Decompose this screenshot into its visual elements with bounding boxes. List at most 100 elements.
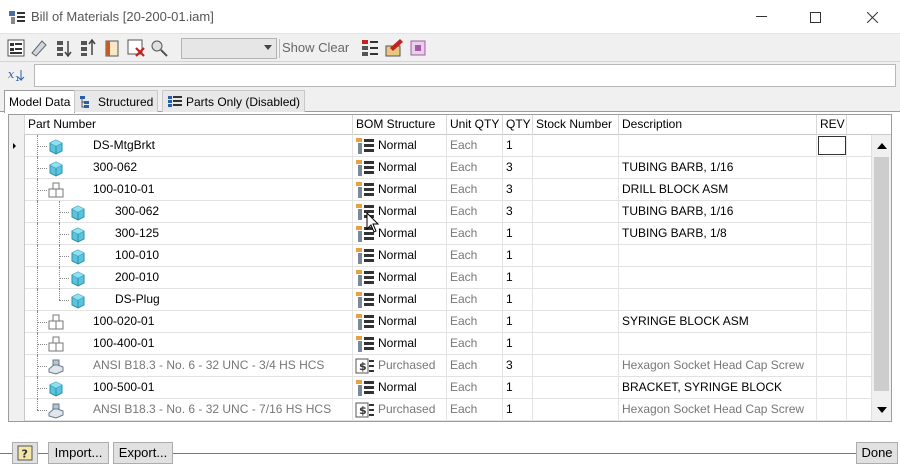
cell-stock-number[interactable] [533, 355, 619, 377]
col-rev[interactable]: REV [817, 115, 847, 135]
cell-part-number[interactable]: 300-062 [25, 157, 353, 179]
cell-qty[interactable]: 1 [503, 399, 533, 421]
cell-description[interactable] [619, 267, 817, 289]
cell-description[interactable]: DRILL BLOCK ASM [619, 179, 817, 201]
cell-qty[interactable]: 3 [503, 179, 533, 201]
cell-stock-number[interactable] [533, 135, 619, 157]
show-clear-button[interactable]: Show Clear [282, 40, 349, 55]
cell-part-number[interactable]: 300-125 [25, 223, 353, 245]
table-row[interactable]: 100-400-01 Normal Each 1 [9, 333, 871, 355]
row-selector[interactable] [9, 377, 25, 399]
cell-rev[interactable] [817, 311, 847, 333]
row-selector[interactable] [9, 333, 25, 355]
cell-stock-number[interactable] [533, 201, 619, 223]
cell-unit-qty[interactable]: Each [447, 267, 503, 289]
cell-rev[interactable] [817, 267, 847, 289]
cell-unit-qty[interactable]: Each [447, 289, 503, 311]
row-selector[interactable] [9, 179, 25, 201]
cell-qty[interactable]: 3 [503, 355, 533, 377]
cell-rev[interactable] [817, 135, 847, 157]
cell-part-number[interactable]: DS-MtgBrkt [25, 135, 353, 157]
col-unit-qty[interactable]: Unit QTY [447, 115, 503, 135]
row-selector[interactable] [9, 201, 25, 223]
cell-unit-qty[interactable]: Each [447, 355, 503, 377]
cell-stock-number[interactable] [533, 267, 619, 289]
cell-description[interactable]: BRACKET, SYRINGE BLOCK [619, 377, 817, 399]
cell-rev[interactable] [817, 157, 847, 179]
cell-qty[interactable]: 1 [503, 267, 533, 289]
table-row[interactable]: 100-020-01 Normal Each 1 SYRINGE BLOCK ASM [9, 311, 871, 333]
find-icon[interactable] [149, 38, 169, 58]
cell-qty[interactable]: 1 [503, 377, 533, 399]
table-row[interactable]: 300-125 Normal Each 1 TUBING BARB, 1/8 [9, 223, 871, 245]
cell-description[interactable]: Hexagon Socket Head Cap Screw [619, 399, 817, 421]
row-selector[interactable] [9, 355, 25, 377]
row-selector[interactable] [9, 223, 25, 245]
cell-part-number[interactable]: 100-500-01 [25, 377, 353, 399]
rev-edit-field[interactable] [818, 136, 846, 155]
formula-icon[interactable]: x 1 [7, 66, 29, 84]
table-row[interactable]: DS-MtgBrkt Normal Each 1 [9, 135, 871, 157]
cell-part-number[interactable]: ANSI B18.3 - No. 6 - 32 UNC - 3/4 HS HCS [25, 355, 353, 377]
maximize-button[interactable] [792, 0, 838, 34]
cell-description[interactable] [619, 135, 817, 157]
cell-description[interactable]: Hexagon Socket Head Cap Screw [619, 355, 817, 377]
table-row[interactable]: 100-500-01 Normal Each 1 BRACKET, SYRINGE BL… [9, 377, 871, 399]
renumber-icon[interactable] [408, 38, 428, 58]
minimize-button[interactable] [738, 0, 784, 34]
cell-rev[interactable] [817, 245, 847, 267]
tab-structured[interactable]: Structured [74, 90, 159, 112]
cell-description[interactable] [619, 333, 817, 355]
cell-bom-structure[interactable]: $ Purchased [353, 399, 447, 421]
tab-model-data[interactable]: Model Data [4, 90, 76, 113]
cell-qty[interactable]: 1 [503, 135, 533, 157]
cell-bom-structure[interactable]: Normal [353, 289, 447, 311]
cell-part-number[interactable]: 100-010-01 [25, 179, 353, 201]
export-button[interactable]: Export... [113, 442, 173, 464]
cell-description[interactable]: TUBING BARB, 1/16 [619, 157, 817, 179]
cell-stock-number[interactable] [533, 289, 619, 311]
table-row[interactable]: DS-Plug Normal Each 1 [9, 289, 871, 311]
cell-part-number[interactable]: 100-010 [25, 245, 353, 267]
scroll-down-icon[interactable] [877, 407, 887, 413]
cell-bom-structure[interactable]: Normal [353, 245, 447, 267]
scroll-thumb[interactable] [874, 157, 889, 391]
cell-rev[interactable] [817, 223, 847, 245]
cell-description[interactable] [619, 245, 817, 267]
cell-stock-number[interactable] [533, 245, 619, 267]
cell-stock-number[interactable] [533, 223, 619, 245]
table-row[interactable]: 200-010 Normal Each 1 [9, 267, 871, 289]
cell-bom-structure[interactable]: Normal [353, 267, 447, 289]
cell-qty[interactable]: 1 [503, 223, 533, 245]
table-row[interactable]: 100-010-01 Normal Each 3 DRILL BLOCK ASM [9, 179, 871, 201]
cell-rev[interactable] [817, 201, 847, 223]
tab-parts-only[interactable]: Parts Only (Disabled) [162, 90, 306, 112]
cell-rev[interactable] [817, 355, 847, 377]
row-selector[interactable] [9, 245, 25, 267]
cell-bom-structure[interactable]: Normal [353, 179, 447, 201]
cell-bom-structure[interactable]: Normal [353, 157, 447, 179]
cell-bom-structure[interactable]: Normal [353, 377, 447, 399]
filter-input[interactable] [34, 64, 896, 87]
filter-icon[interactable] [360, 38, 380, 58]
open-file-icon[interactable] [103, 38, 123, 58]
cell-qty[interactable]: 1 [503, 333, 533, 355]
cell-description[interactable]: SYRINGE BLOCK ASM [619, 311, 817, 333]
cell-unit-qty[interactable]: Each [447, 399, 503, 421]
cell-stock-number[interactable] [533, 179, 619, 201]
cell-qty[interactable]: 1 [503, 311, 533, 333]
cell-bom-structure[interactable]: Normal [353, 333, 447, 355]
bom-props-icon[interactable] [6, 38, 26, 58]
sort-asc-icon[interactable] [55, 38, 75, 58]
help-button[interactable]: ? [12, 442, 38, 464]
col-part-number[interactable]: Part Number [25, 115, 353, 135]
import-button[interactable]: Import... [48, 442, 109, 464]
cell-qty[interactable]: 1 [503, 245, 533, 267]
delete-icon[interactable] [126, 38, 146, 58]
row-selector[interactable] [9, 289, 25, 311]
table-row[interactable]: 100-010 Normal Each 1 [9, 245, 871, 267]
table-row[interactable]: ANSI B18.3 - No. 6 - 32 UNC - 3/4 HS HCS… [9, 355, 871, 377]
sort-desc-icon[interactable] [79, 38, 99, 58]
cell-rev[interactable] [817, 289, 847, 311]
row-selector[interactable] [9, 311, 25, 333]
